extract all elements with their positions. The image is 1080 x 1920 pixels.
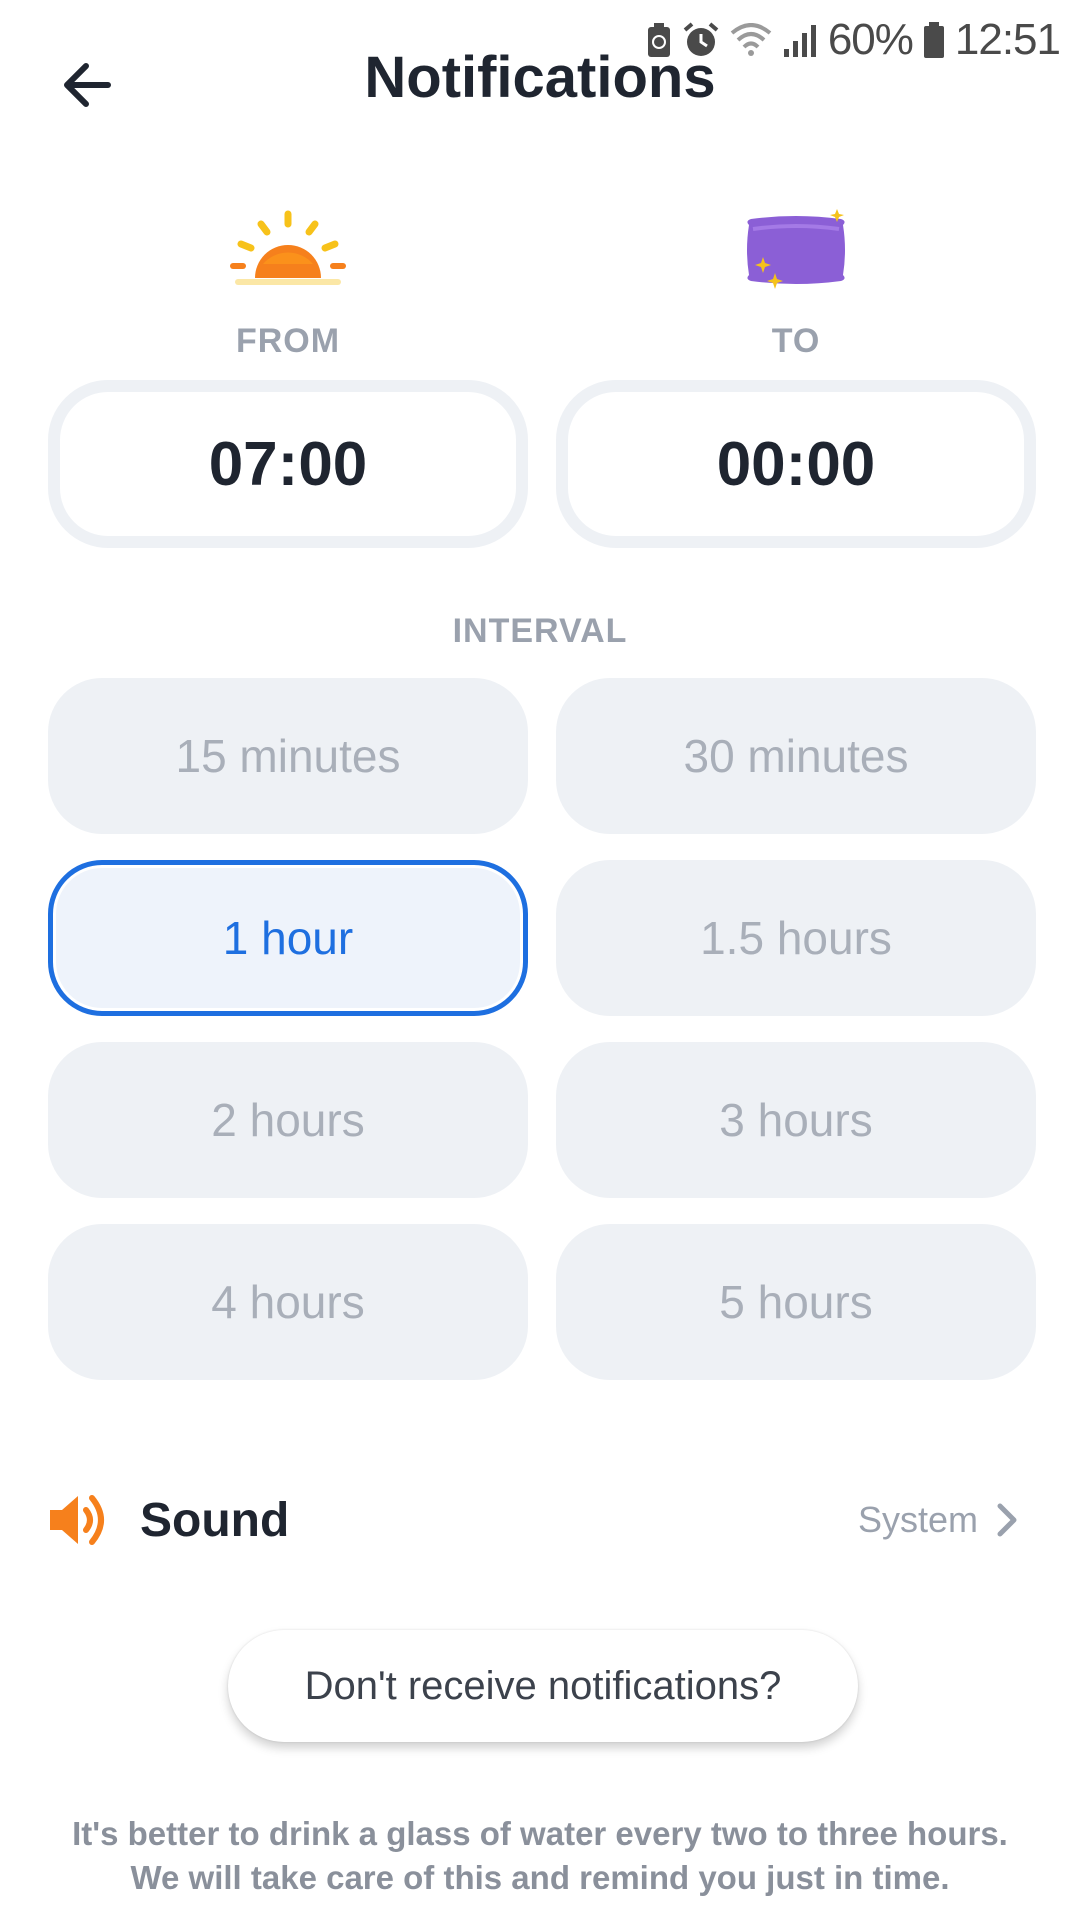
sound-setting-row[interactable]: Sound System [48, 1480, 1018, 1560]
interval-option-15-minutes[interactable]: 15 minutes [48, 678, 528, 834]
sunrise-icon [48, 200, 528, 300]
footer-hint: It's better to drink a glass of water ev… [0, 1812, 1080, 1900]
sound-label: Sound [140, 1493, 290, 1547]
page-title: Notifications [364, 45, 716, 110]
sound-value-text: System [857, 1499, 978, 1540]
moon-pillow-icon [556, 200, 1036, 300]
to-section: TO [556, 200, 1036, 361]
interval-label: INTERVAL [452, 612, 628, 650]
footer-line-2: We will take care of this and remind you… [130, 1859, 950, 1896]
from-label: FROM [235, 322, 341, 360]
to-label: TO [771, 322, 821, 360]
speaker-icon [48, 1488, 112, 1552]
interval-option-1-hour[interactable]: 1 hour [48, 860, 528, 1016]
interval-option-2-hours[interactable]: 2 hours [48, 1042, 528, 1198]
interval-option-1-5-hours[interactable]: 1.5 hours [556, 860, 1036, 1016]
interval-option-4-hours[interactable]: 4 hours [48, 1224, 528, 1380]
from-section: FROM [48, 200, 528, 361]
chevron-right-icon [997, 1503, 1017, 1537]
sound-value: System [858, 1499, 1018, 1541]
to-time-picker[interactable]: 00:00 [556, 380, 1036, 548]
interval-option-30-minutes[interactable]: 30 minutes [556, 678, 1036, 834]
header: Notifications [0, 0, 1080, 170]
dont-receive-notifications-button[interactable]: Don't receive notifications? [228, 1630, 858, 1742]
from-time-picker[interactable]: 07:00 [48, 380, 528, 548]
interval-option-3-hours[interactable]: 3 hours [556, 1042, 1036, 1198]
footer-line-1: It's better to drink a glass of water ev… [72, 1815, 1008, 1852]
interval-options: 15 minutes 30 minutes 1 hour 1.5 hours 2… [48, 678, 1036, 1380]
interval-option-5-hours[interactable]: 5 hours [556, 1224, 1036, 1380]
